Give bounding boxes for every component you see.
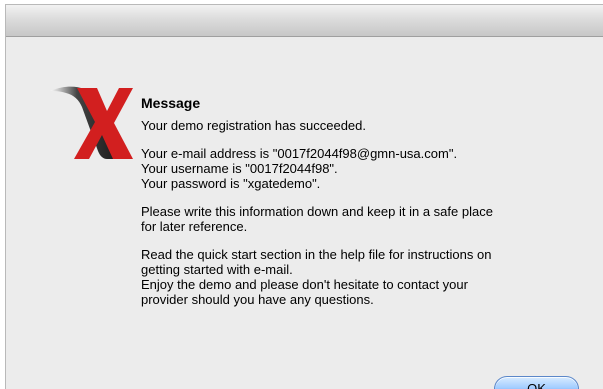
help-instructions-text: Read the quick start section in the help…	[141, 247, 492, 307]
safekeeping-note-text: Please write this information down and k…	[141, 204, 493, 234]
dialog-content: Message Your demo registration has succe…	[6, 37, 603, 389]
message-text-block: Message Your demo registration has succe…	[141, 95, 571, 320]
xgate-x-logo-icon	[50, 86, 133, 159]
account-details-text: Your e-mail address is "0017f2044f98@gmn…	[141, 146, 458, 191]
window-titlebar[interactable]	[6, 5, 603, 37]
dialog-title: Message	[141, 95, 201, 111]
message-dialog: Message Your demo registration has succe…	[6, 5, 603, 389]
ok-button[interactable]: OK	[494, 376, 579, 389]
registration-status-text: Your demo registration has succeeded.	[141, 118, 366, 133]
